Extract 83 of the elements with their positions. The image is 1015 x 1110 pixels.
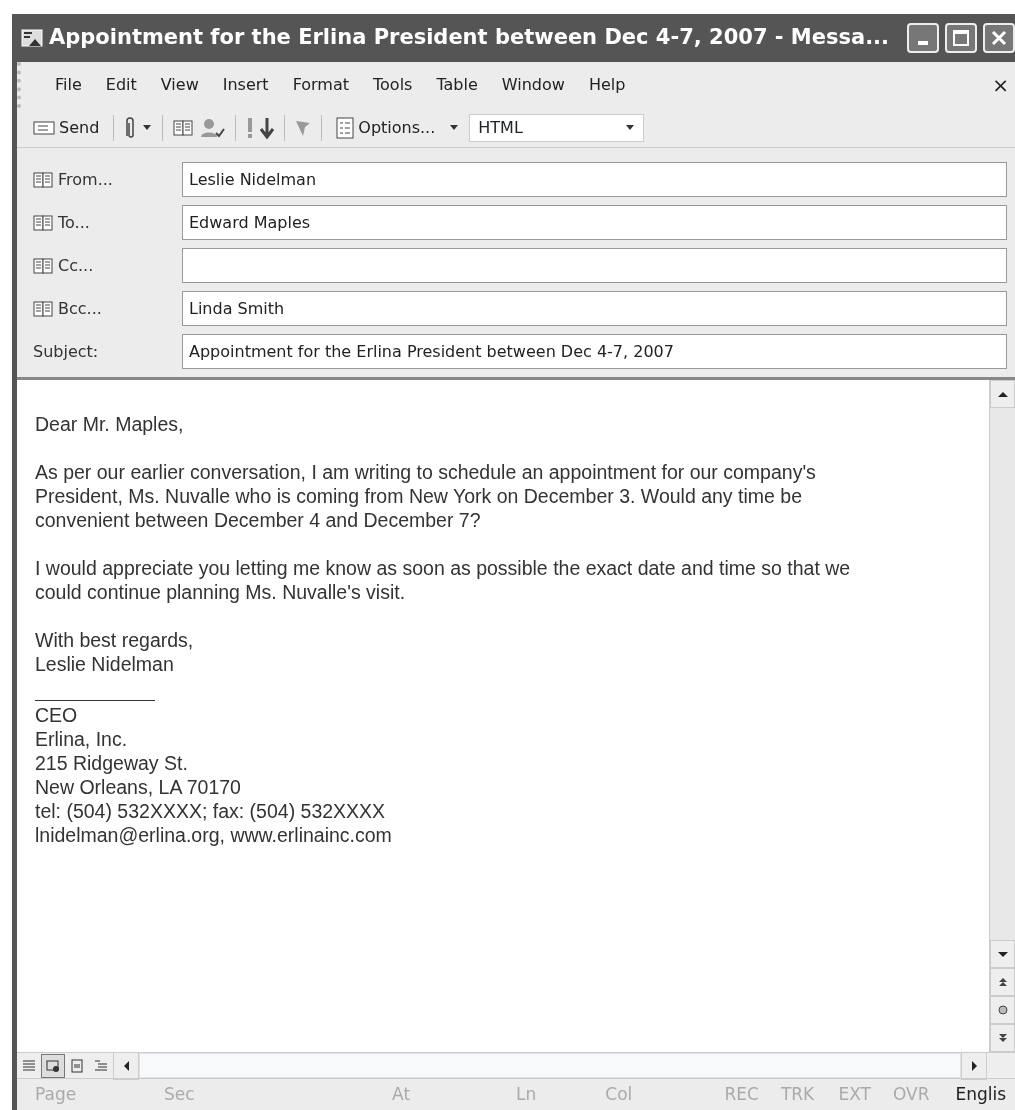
status-item: At: [392, 1083, 411, 1104]
scroll-left-button[interactable]: [113, 1051, 139, 1080]
view-icon: [45, 1057, 61, 1074]
circle-icon: [997, 1005, 1008, 1015]
paragraph: With best regards, Leslie Nidelman: [35, 628, 195, 676]
status-item: OVR: [893, 1083, 930, 1104]
menu-item[interactable]: Insert: [210, 71, 281, 99]
down-arrow-icon: [996, 950, 1009, 958]
view-button[interactable]: [41, 1053, 65, 1078]
check-names-icon[interactable]: [199, 116, 226, 139]
status-item: REC: [724, 1083, 759, 1104]
status-item: Page: [35, 1083, 77, 1104]
status-item: Sec: [163, 1083, 195, 1104]
paragraph: As per our earlier conversation, I am writing to schedule an appointment for our company's President, Ms. Nuvalle who is coming from New York on December 3. Would any time be convenient between December 4 and December 7?: [35, 460, 817, 532]
address-button[interactable]: Bcc...: [25, 295, 182, 322]
menu-item[interactable]: Help: [576, 71, 638, 99]
address-book-icon[interactable]: [173, 118, 194, 137]
minimize-icon: [918, 41, 928, 45]
address-book-icon: [33, 170, 53, 189]
input-field[interactable]: [182, 248, 1007, 283]
format-dropdown[interactable]: HTML: [469, 113, 645, 142]
maximize-button[interactable]: [945, 23, 977, 53]
status-item: Ln: [516, 1083, 537, 1104]
scroll-right-button[interactable]: [961, 1051, 987, 1080]
next-page-button[interactable]: [990, 1024, 1015, 1052]
send-icon: [33, 119, 55, 136]
menu-item[interactable]: Format: [280, 71, 361, 99]
up-arrow-icon: [996, 390, 1009, 398]
field-label: Subject:: [32, 340, 100, 363]
left-arrow-icon: [122, 1059, 130, 1072]
browse-object-button[interactable]: [990, 996, 1015, 1024]
signature-line: New Orleans, LA 70170: [35, 775, 242, 799]
close-document-button[interactable]: ×: [986, 70, 1015, 100]
options-icon: [336, 116, 355, 139]
minimize-button[interactable]: [907, 23, 939, 53]
caret-icon: [449, 124, 460, 131]
address-button[interactable]: To...: [25, 209, 182, 236]
exclamation-icon[interactable]: [246, 116, 255, 139]
window-title: Appointment for the Erlina President between Dec 4-7, 2007 - Messa...: [49, 24, 891, 52]
view-icon: [93, 1057, 109, 1074]
double-up-arrow-icon: [997, 977, 1008, 987]
status-item: TRK: [780, 1083, 815, 1104]
paragraph: I would appreciate you letting me know as soon as possible the exact date and time so that we could continue planning Ms. Nuvalle's visit.: [35, 556, 852, 604]
input-field[interactable]: Appointment for the Erlina President between Dec 4-7, 2007: [182, 334, 1007, 369]
right-arrow-icon: [970, 1059, 978, 1072]
address-button[interactable]: Cc...: [25, 252, 182, 279]
previous-page-button[interactable]: [990, 968, 1015, 996]
status-item: EXT: [838, 1083, 871, 1104]
address-book-icon: [33, 299, 53, 318]
signature-line: Erlina, Inc.: [35, 727, 129, 751]
caret-icon: [625, 124, 636, 131]
menu-item[interactable]: View: [148, 71, 211, 99]
options-button[interactable]: Options...: [332, 113, 464, 142]
paperclip-icon[interactable]: [124, 115, 137, 140]
address-book-icon: [33, 256, 53, 275]
close-icon: [991, 30, 1007, 46]
signature-line: tel: (504) 532XXXX; fax: (504) 532XXXX: [35, 799, 387, 823]
menu-item[interactable]: Tools: [361, 71, 425, 99]
close-button[interactable]: [983, 23, 1015, 53]
input-field[interactable]: Leslie Nidelman: [182, 162, 1007, 197]
maximize-icon: [953, 30, 969, 46]
status-item: Englis: [955, 1083, 1007, 1104]
scroll-up-button[interactable]: [990, 380, 1015, 408]
status-item: Col: [605, 1083, 633, 1104]
paragraph: Dear Mr. Maples,: [35, 412, 185, 436]
down-arrow-icon[interactable]: [260, 116, 275, 139]
address-button[interactable]: From...: [25, 166, 182, 193]
menu-item[interactable]: Edit: [93, 71, 149, 99]
menu-item[interactable]: Table: [424, 71, 490, 99]
scroll-down-button[interactable]: [990, 940, 1015, 968]
signature-line: 215 Ridgeway St.: [35, 751, 189, 775]
double-down-arrow-icon: [997, 1033, 1008, 1043]
view-icon: [21, 1057, 37, 1074]
caret-icon[interactable]: [142, 124, 153, 131]
input-field[interactable]: Linda Smith: [182, 291, 1007, 326]
send-button[interactable]: Send: [29, 113, 104, 142]
signature-line: lnidelman@erlina.org, www.erlinainc.com: [35, 823, 393, 847]
signature-line: CEO: [35, 703, 79, 727]
view-icon: [69, 1057, 85, 1074]
input-field[interactable]: Edward Maples: [182, 205, 1007, 240]
menu-item[interactable]: Window: [489, 71, 577, 99]
address-book-icon: [33, 213, 53, 232]
menu-item[interactable]: File: [43, 71, 94, 99]
